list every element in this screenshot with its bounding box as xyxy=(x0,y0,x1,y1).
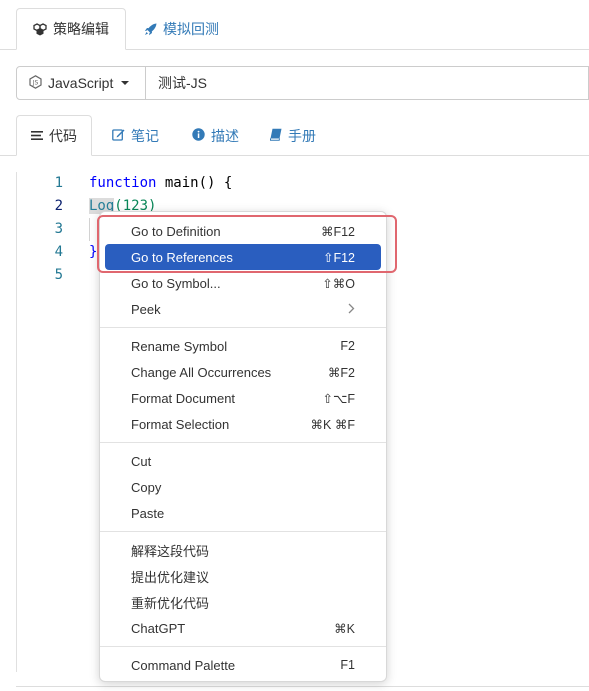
language-select[interactable]: JS JavaScript xyxy=(17,67,146,99)
code-text: main() { xyxy=(156,175,233,191)
editor-context-menu: Go to Definition ⌘F12 Go to References ⇧… xyxy=(99,211,387,682)
line-number: 2 xyxy=(54,198,63,214)
line-number: 4 xyxy=(54,244,63,260)
menu-change-all-occurrences[interactable]: Change All Occurrences ⌘F2 xyxy=(105,359,381,385)
keyword-function: function xyxy=(89,175,157,191)
menu-label: Go to References xyxy=(131,249,233,265)
menu-shortcut: ⌘K xyxy=(334,621,355,636)
menu-reoptimize-code[interactable]: 重新优化代码 xyxy=(105,589,381,615)
menu-label: ChatGPT xyxy=(131,620,186,636)
menu-copy[interactable]: Copy xyxy=(105,474,381,500)
tab-manual[interactable]: 手册 xyxy=(256,115,330,156)
menu-shortcut: ⌘F2 xyxy=(327,365,355,380)
menu-command-palette[interactable]: Command Palette F1 xyxy=(105,652,381,678)
code-line-1: function main() { xyxy=(89,172,232,195)
menu-peek[interactable]: Peek xyxy=(105,296,381,322)
menu-label: Format Document xyxy=(131,390,236,406)
menu-go-to-references[interactable]: Go to References ⇧F12 xyxy=(105,244,381,270)
line-number: 3 xyxy=(54,221,63,237)
menu-label: Command Palette xyxy=(131,657,236,673)
menu-separator xyxy=(100,646,386,647)
menu-label: Format Selection xyxy=(131,416,230,432)
chevron-right-icon xyxy=(348,301,355,317)
tab-code-label: 代码 xyxy=(49,127,77,144)
menu-separator xyxy=(100,531,386,532)
menu-label: 解释这段代码 xyxy=(131,543,210,559)
menu-format-selection[interactable]: Format Selection ⌘K ⌘F xyxy=(105,411,381,437)
menu-label: Peek xyxy=(131,301,161,317)
menu-suggest-optimization[interactable]: 提出优化建议 xyxy=(105,563,381,589)
rocket-icon xyxy=(144,23,157,36)
svg-text:JS: JS xyxy=(32,79,39,86)
menu-label: Go to Symbol... xyxy=(131,275,221,291)
menu-shortcut: ⌘F12 xyxy=(320,224,355,239)
strategy-header-bar: JS JavaScript xyxy=(16,66,589,100)
menu-label: Change All Occurrences xyxy=(131,364,272,380)
menu-separator xyxy=(100,327,386,328)
line-number: 1 xyxy=(54,175,63,191)
tab-strategy-edit[interactable]: 策略编辑 xyxy=(16,8,126,50)
menu-shortcut: ⇧⌥F xyxy=(322,391,355,406)
top-tab-bar: 策略编辑 模拟回测 xyxy=(0,0,589,50)
menu-go-to-definition[interactable]: Go to Definition ⌘F12 xyxy=(105,218,381,244)
menu-label: Cut xyxy=(131,453,152,469)
tab-backtest[interactable]: 模拟回测 xyxy=(128,8,235,50)
code-line-4: } xyxy=(89,241,97,264)
menu-shortcut: F2 xyxy=(340,339,355,353)
edit-icon xyxy=(112,128,125,144)
menu-label: Go to Definition xyxy=(131,223,221,239)
menu-label: 提出优化建议 xyxy=(131,569,210,585)
menu-paste[interactable]: Paste xyxy=(105,500,381,526)
list-icon xyxy=(31,128,43,144)
menu-go-to-symbol[interactable]: Go to Symbol... ⇧⌘O xyxy=(105,270,381,296)
tab-description[interactable]: 描述 xyxy=(178,115,253,156)
menu-label: Paste xyxy=(131,505,165,521)
menu-shortcut: F1 xyxy=(340,658,355,672)
caret-down-icon xyxy=(121,81,130,85)
language-select-value: JavaScript xyxy=(48,75,114,91)
tab-backtest-label: 模拟回测 xyxy=(163,21,219,37)
menu-chatgpt[interactable]: ChatGPT ⌘K xyxy=(105,615,381,641)
tab-description-label: 描述 xyxy=(211,127,239,144)
editor-bottom-border xyxy=(16,686,589,687)
menu-separator xyxy=(100,442,386,443)
menu-format-document[interactable]: Format Document ⇧⌥F xyxy=(105,385,381,411)
cubes-icon xyxy=(33,22,47,36)
tab-strategy-edit-label: 策略编辑 xyxy=(53,21,109,37)
indent-guide xyxy=(89,218,90,241)
strategy-name-input[interactable] xyxy=(146,67,588,99)
tab-notes[interactable]: 笔记 xyxy=(98,115,173,156)
tab-notes-label: 笔记 xyxy=(131,127,159,144)
book-icon xyxy=(270,128,282,144)
menu-rename-symbol[interactable]: Rename Symbol F2 xyxy=(105,333,381,359)
menu-shortcut: ⇧⌘O xyxy=(322,276,355,291)
line-number: 5 xyxy=(54,267,63,283)
tab-code[interactable]: 代码 xyxy=(16,115,92,156)
menu-label: Copy xyxy=(131,479,162,495)
info-icon xyxy=(192,127,205,144)
menu-shortcut: ⇧F12 xyxy=(322,250,355,265)
menu-label: 重新优化代码 xyxy=(131,595,210,611)
editor-tab-bar: 代码 笔记 描述 手册 xyxy=(0,113,589,156)
tab-manual-label: 手册 xyxy=(288,127,316,144)
menu-cut[interactable]: Cut xyxy=(105,448,381,474)
menu-label: Rename Symbol xyxy=(131,338,228,354)
closing-brace: } xyxy=(89,244,98,260)
nodejs-icon: JS xyxy=(29,74,42,92)
menu-shortcut: ⌘K ⌘F xyxy=(310,417,355,432)
menu-explain-code[interactable]: 解释这段代码 xyxy=(105,537,381,563)
